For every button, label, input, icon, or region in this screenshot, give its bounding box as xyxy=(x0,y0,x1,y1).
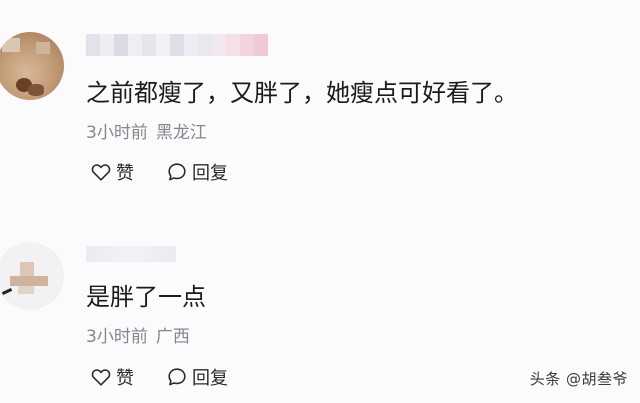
watermark: 头条 @胡叁爷 xyxy=(529,370,628,388)
comment-list: 之前都瘦了，又胖了，她瘦点可好看了。 3小时前 黑龙江 赞 回复 是胖了一点 3… xyxy=(0,0,640,403)
comment-time: 3小时前 xyxy=(86,123,148,143)
comment-meta: 3小时前 广西 xyxy=(86,326,190,348)
username-redacted[interactable] xyxy=(86,246,176,262)
heart-outline-icon xyxy=(90,366,112,388)
reply-button[interactable]: 回复 xyxy=(166,160,228,184)
username-redacted[interactable] xyxy=(86,34,276,56)
reply-label: 回复 xyxy=(192,163,228,184)
like-button[interactable]: 赞 xyxy=(90,160,134,184)
speech-bubble-icon xyxy=(166,161,188,183)
comment-location: 广西 xyxy=(155,327,190,347)
comment-actions: 赞 回复 xyxy=(90,160,228,184)
reply-label: 回复 xyxy=(192,368,228,389)
like-label: 赞 xyxy=(116,368,134,389)
comment-meta: 3小时前 黑龙江 xyxy=(86,122,207,144)
speech-bubble-icon xyxy=(166,366,188,388)
comment-item: 之前都瘦了，又胖了，她瘦点可好看了。 3小时前 黑龙江 赞 回复 xyxy=(0,0,640,212)
avatar-figure-icon xyxy=(1,288,13,295)
avatar[interactable] xyxy=(0,32,64,100)
comment-actions: 赞 回复 xyxy=(90,365,228,389)
comment-text: 是胖了一点 xyxy=(86,283,206,311)
heart-outline-icon xyxy=(90,161,112,183)
comment-location: 黑龙江 xyxy=(155,123,207,143)
reply-button[interactable]: 回复 xyxy=(166,365,228,389)
avatar[interactable] xyxy=(0,242,64,310)
comment-text: 之前都瘦了，又胖了，她瘦点可好看了。 xyxy=(86,79,518,107)
like-label: 赞 xyxy=(116,163,134,184)
comment-time: 3小时前 xyxy=(86,327,148,347)
like-button[interactable]: 赞 xyxy=(90,365,134,389)
